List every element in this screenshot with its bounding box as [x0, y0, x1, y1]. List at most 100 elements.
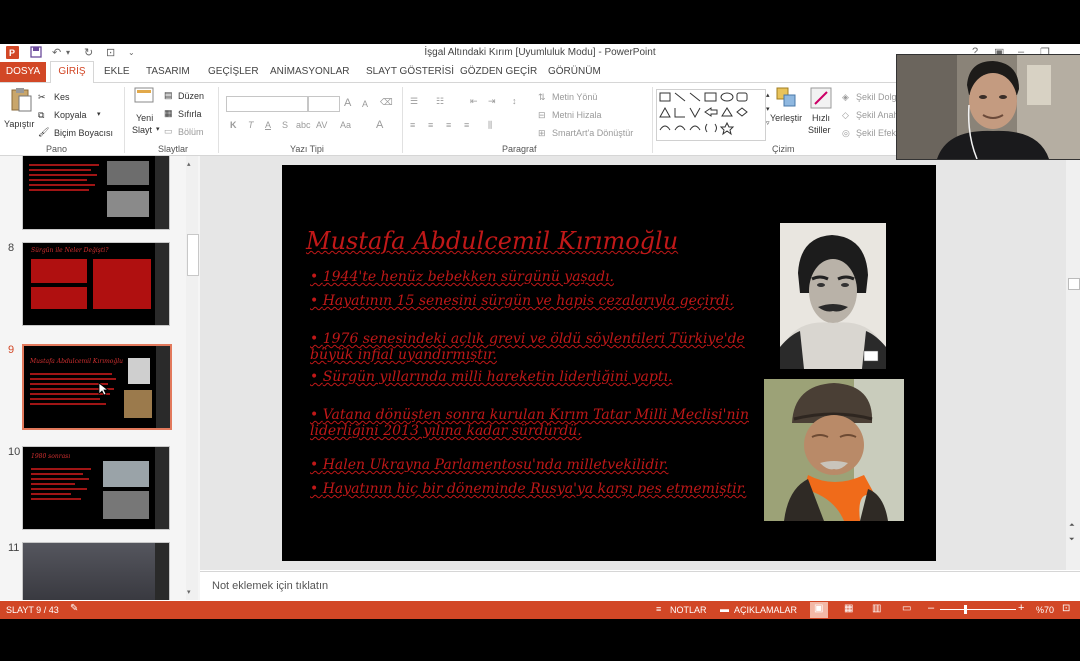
align-center-icon[interactable]: ≡: [428, 120, 433, 130]
strikethrough-button[interactable]: S: [282, 120, 288, 130]
slide-sorter-icon[interactable]: ▦: [844, 603, 853, 614]
bullets-icon[interactable]: ☰: [410, 96, 418, 107]
text-direction-icon[interactable]: ⇅: [538, 92, 546, 103]
zoom-level[interactable]: %70: [1036, 605, 1054, 615]
quick-styles-icon[interactable]: [810, 87, 832, 111]
notes-pane[interactable]: Not eklemek için tıklatın: [200, 571, 1080, 602]
portrait-photo-young[interactable]: [780, 223, 886, 369]
tab-gorunum[interactable]: GÖRÜNÜM: [548, 66, 601, 77]
format-painter-button[interactable]: Biçim Boyacısı: [54, 128, 113, 138]
columns-icon[interactable]: ⫼: [488, 120, 492, 131]
thumbnail-scrollbar[interactable]: ▴ ▾: [186, 156, 199, 600]
shape-fill-button[interactable]: Şekil Dolg: [856, 92, 897, 102]
chevron-down-icon[interactable]: ▾: [187, 588, 191, 596]
chevron-down-icon[interactable]: ▾: [156, 125, 160, 133]
numbering-icon[interactable]: ☷: [436, 96, 444, 107]
notes-button[interactable]: NOTLAR: [670, 605, 707, 615]
smartart-icon[interactable]: ⊞: [538, 128, 546, 139]
format-painter-icon[interactable]: 🖌: [38, 127, 49, 138]
chevron-down-icon[interactable]: ▾: [97, 110, 101, 118]
shape-outline-icon[interactable]: ◇: [842, 110, 849, 121]
slide-thumbnail-11[interactable]: [22, 542, 170, 600]
slide-bullet-5[interactable]: • Vatana dönüşten sonra kurulan Kırım Ta…: [310, 407, 750, 439]
shape-fill-icon[interactable]: ◈: [842, 92, 849, 103]
align-text-icon[interactable]: ⊟: [538, 110, 546, 121]
slide-bullet-2[interactable]: • Hayatının 15 senesini sürgün ve hapis …: [310, 293, 750, 309]
reset-button[interactable]: Sıfırla: [178, 109, 202, 119]
shape-outline-button[interactable]: Şekil Anah: [856, 110, 899, 120]
tab-giris[interactable]: GİRİŞ: [50, 61, 94, 83]
slide-bullet-7[interactable]: • Hayatının hiç bir döneminde Rusya'ya k…: [310, 481, 750, 497]
paste-button[interactable]: Yapıştır: [4, 119, 34, 129]
tab-gozden-gecir[interactable]: GÖZDEN GEÇİR: [460, 66, 537, 77]
new-slide-label-1[interactable]: Yeni: [136, 113, 153, 123]
char-spacing-button[interactable]: AV: [316, 120, 327, 130]
current-slide[interactable]: Mustafa Abdulcemil Kırımoğlu • 1944'te h…: [282, 165, 936, 561]
slideshow-view-icon[interactable]: ▭: [902, 603, 911, 614]
slide-bullet-3[interactable]: • 1976 senesindeki açlık grevi ve öldü s…: [310, 331, 750, 363]
copy-icon[interactable]: ⧉: [38, 110, 44, 121]
comments-icon[interactable]: ▬: [720, 604, 729, 614]
font-family-select[interactable]: [226, 96, 308, 112]
tab-ekle[interactable]: EKLE: [104, 66, 130, 77]
fit-to-window-icon[interactable]: ⊡: [1062, 603, 1070, 614]
previous-slide-icon[interactable]: ⏶: [1069, 522, 1075, 530]
layout-icon[interactable]: ▤: [164, 90, 173, 101]
shapes-gallery[interactable]: [656, 89, 766, 141]
underline-button[interactable]: A: [265, 120, 271, 130]
copy-button[interactable]: Kopyala: [54, 110, 87, 120]
tab-slayt-gosterisi[interactable]: SLAYT GÖSTERİSİ: [366, 66, 454, 77]
slide-bullet-6[interactable]: • Halen Ukrayna Parlamentosu'nda milletv…: [310, 457, 750, 473]
cut-icon[interactable]: ✂: [38, 92, 46, 103]
shadow-button[interactable]: abc: [296, 120, 311, 130]
align-right-icon[interactable]: ≡: [446, 120, 451, 130]
shape-effects-icon[interactable]: ◎: [842, 128, 850, 139]
zoom-in-icon[interactable]: +: [1018, 602, 1024, 614]
zoom-slider-thumb[interactable]: [964, 605, 968, 614]
editor-scrollbar[interactable]: ⏶ ⏷: [1066, 156, 1080, 570]
comments-button[interactable]: AÇIKLAMALAR: [734, 605, 797, 615]
change-case-button[interactable]: Aa: [340, 120, 351, 130]
text-direction-button[interactable]: Metin Yönü: [552, 92, 597, 102]
scrollbar-thumb[interactable]: [1068, 278, 1080, 290]
italic-button[interactable]: T: [248, 120, 254, 130]
decrease-indent-icon[interactable]: ⇤: [470, 96, 478, 107]
next-slide-icon[interactable]: ⏷: [1069, 536, 1075, 544]
more-shapes-icon[interactable]: ▿: [766, 119, 770, 127]
slide-title[interactable]: Mustafa Abdulcemil Kırımoğlu: [306, 227, 678, 255]
cut-button[interactable]: Kes: [54, 92, 70, 102]
increase-indent-icon[interactable]: ⇥: [488, 96, 496, 107]
normal-view-icon[interactable]: ▣: [814, 603, 823, 614]
tab-tasarim[interactable]: TASARIM: [146, 66, 190, 77]
arrange-icon[interactable]: [776, 87, 796, 109]
tab-dosya[interactable]: DOSYA: [0, 62, 46, 82]
zoom-slider-track[interactable]: [940, 609, 1016, 610]
paste-icon[interactable]: [10, 87, 32, 115]
font-color-button[interactable]: A: [376, 119, 383, 131]
chevron-down-icon[interactable]: ▾: [766, 105, 770, 113]
shape-effects-button[interactable]: Şekil Efekt: [856, 128, 899, 138]
slide-bullet-4[interactable]: • Sürgün yıllarında milli hareketin lide…: [310, 369, 750, 385]
clear-format-icon[interactable]: ⌫: [380, 97, 393, 108]
slide-thumbnail-7[interactable]: [22, 156, 170, 230]
portrait-photo-elder[interactable]: [764, 379, 904, 521]
quick-styles-label-1[interactable]: Hızlı: [812, 113, 830, 123]
tab-animasyonlar[interactable]: ANİMASYONLAR: [270, 66, 349, 77]
notes-placeholder[interactable]: Not eklemek için tıklatın: [212, 580, 328, 592]
chevron-up-icon[interactable]: ▴: [766, 91, 770, 99]
new-slide-icon[interactable]: [134, 87, 154, 107]
align-left-icon[interactable]: ≡: [410, 120, 415, 130]
zoom-out-icon[interactable]: –: [928, 602, 934, 614]
spell-check-icon[interactable]: ✎: [70, 603, 78, 614]
section-button[interactable]: Bölüm: [178, 127, 204, 137]
align-text-button[interactable]: Metni Hizala: [552, 110, 602, 120]
slide-thumbnail-8[interactable]: Sürgün ile Neler Değişti?: [22, 242, 170, 326]
section-icon[interactable]: ▭: [164, 126, 173, 137]
slide-bullet-1[interactable]: • 1944'te henüz bebekken sürgünü yaşadı.: [310, 269, 750, 285]
slide-thumbnail-10[interactable]: 1980 sonrası: [22, 446, 170, 530]
notes-icon[interactable]: ≡: [656, 604, 661, 614]
grow-font-button[interactable]: A: [344, 97, 351, 109]
line-spacing-icon[interactable]: ↕: [512, 96, 517, 106]
chevron-up-icon[interactable]: ▴: [187, 160, 191, 168]
layout-button[interactable]: Düzen: [178, 91, 204, 101]
